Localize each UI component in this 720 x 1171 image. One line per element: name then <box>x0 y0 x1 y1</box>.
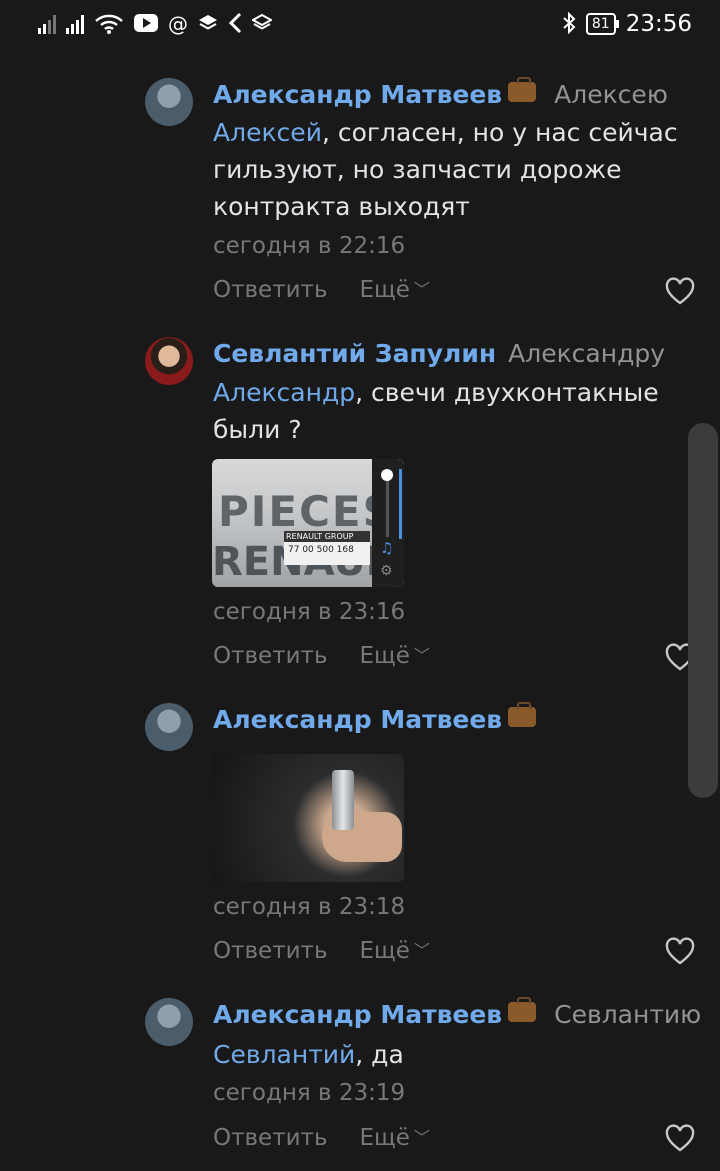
reply-button[interactable]: Ответить <box>213 643 328 669</box>
at-icon: @ <box>168 12 188 36</box>
battery-icon: 81 <box>585 13 619 35</box>
spark-plug-shape <box>332 770 354 830</box>
comment-text: Севлантий, да <box>213 1036 683 1073</box>
avatar[interactable] <box>145 998 193 1046</box>
youtube-icon <box>134 13 158 35</box>
avatar[interactable] <box>145 337 193 385</box>
media-overlay: ♫ ⚙ <box>372 459 404 587</box>
photo-text: RENAULT GROUP <box>284 531 370 542</box>
comment-text: Александр, свечи двухконтакные были ? <box>213 374 683 448</box>
comment-body: , да <box>355 1040 404 1069</box>
author-name[interactable]: Александр Матвеев <box>213 80 502 109</box>
gear-icon[interactable]: ⚙ <box>380 563 393 579</box>
volume-level <box>399 469 402 539</box>
chevron-down-icon: ﹀ <box>413 646 430 665</box>
layers-icon <box>250 13 274 36</box>
like-icon[interactable] <box>665 937 695 967</box>
photo-text: 77 00 500 168 <box>288 545 354 555</box>
briefcase-icon <box>508 77 537 102</box>
status-bar: @ 81 23:56 <box>0 0 720 48</box>
photo-attachment[interactable]: PIECES RENAULT RENAULT GROUP 77 00 500 1… <box>212 459 404 587</box>
chevron-down-icon: ﹀ <box>413 280 430 299</box>
author-name[interactable]: Александр Матвеев <box>213 705 502 734</box>
battery-level: 81 <box>591 16 610 32</box>
photo-attachment[interactable] <box>212 754 404 882</box>
mention-link[interactable]: Алексей <box>213 118 322 147</box>
comment-time: сегодня в 23:18 <box>213 894 406 920</box>
comment-actions: Ответить Ещё ﹀ <box>213 1125 430 1151</box>
comment-header: Александр Матвеев Алексею <box>213 77 668 112</box>
briefcase-icon <box>508 997 537 1022</box>
reply-button[interactable]: Ответить <box>213 938 328 964</box>
comment-time: сегодня в 23:19 <box>213 1080 406 1106</box>
mention-link[interactable]: Севлантий <box>213 1040 355 1069</box>
comment-time: сегодня в 22:16 <box>213 233 406 259</box>
bluetooth-icon <box>562 11 576 37</box>
reply-button[interactable]: Ответить <box>213 277 328 303</box>
more-button[interactable]: Ещё ﹀ <box>360 1125 430 1151</box>
reply-to[interactable]: Александру <box>508 339 665 368</box>
comment-header: Александр Матвеев <box>213 702 542 737</box>
comment-header: Александр Матвеев Севлантию <box>213 997 701 1032</box>
more-button[interactable]: Ещё ﹀ <box>360 938 430 964</box>
more-label: Ещё <box>359 1125 410 1151</box>
more-button[interactable]: Ещё ﹀ <box>360 277 430 303</box>
author-name[interactable]: Александр Матвеев <box>213 1000 502 1029</box>
comment-actions: Ответить Ещё ﹀ <box>213 938 430 964</box>
clock: 23:56 <box>625 11 692 37</box>
signal-icon <box>38 14 56 34</box>
mention-link[interactable]: Александр <box>213 378 355 407</box>
volume-knob[interactable] <box>381 469 393 481</box>
more-label: Ещё <box>359 938 410 964</box>
chevron-down-icon: ﹀ <box>413 941 430 960</box>
part-label: RENAULT GROUP 77 00 500 168 <box>284 531 370 565</box>
chevron-down-icon: ﹀ <box>413 1128 430 1147</box>
comment-time: сегодня в 23:16 <box>213 599 406 625</box>
briefcase-icon <box>508 702 537 727</box>
avatar[interactable] <box>145 703 193 751</box>
layers-icon <box>198 13 218 36</box>
wifi-icon <box>94 12 124 37</box>
like-icon[interactable] <box>665 277 695 307</box>
more-label: Ещё <box>359 277 410 303</box>
author-name[interactable]: Севлантий Запулин <box>213 339 496 368</box>
photo-text: PIECES <box>218 487 395 536</box>
comment-actions: Ответить Ещё ﹀ <box>213 643 430 669</box>
comment-header: Севлантий Запулин Александру <box>213 337 665 371</box>
music-icon[interactable]: ♫ <box>380 539 393 557</box>
reply-to[interactable]: Севлантию <box>554 1000 701 1029</box>
back-icon <box>228 12 242 37</box>
comment-text: Алексей, согласен, но у нас сейчас гильз… <box>213 114 683 225</box>
signal-icon <box>66 14 84 34</box>
comment-actions: Ответить Ещё ﹀ <box>213 277 430 303</box>
like-icon[interactable] <box>665 1124 695 1154</box>
reply-button[interactable]: Ответить <box>213 1125 328 1151</box>
avatar[interactable] <box>145 78 193 126</box>
more-button[interactable]: Ещё ﹀ <box>360 643 430 669</box>
scrollbar[interactable] <box>688 423 718 798</box>
more-label: Ещё <box>359 643 410 669</box>
reply-to[interactable]: Алексею <box>554 80 668 109</box>
